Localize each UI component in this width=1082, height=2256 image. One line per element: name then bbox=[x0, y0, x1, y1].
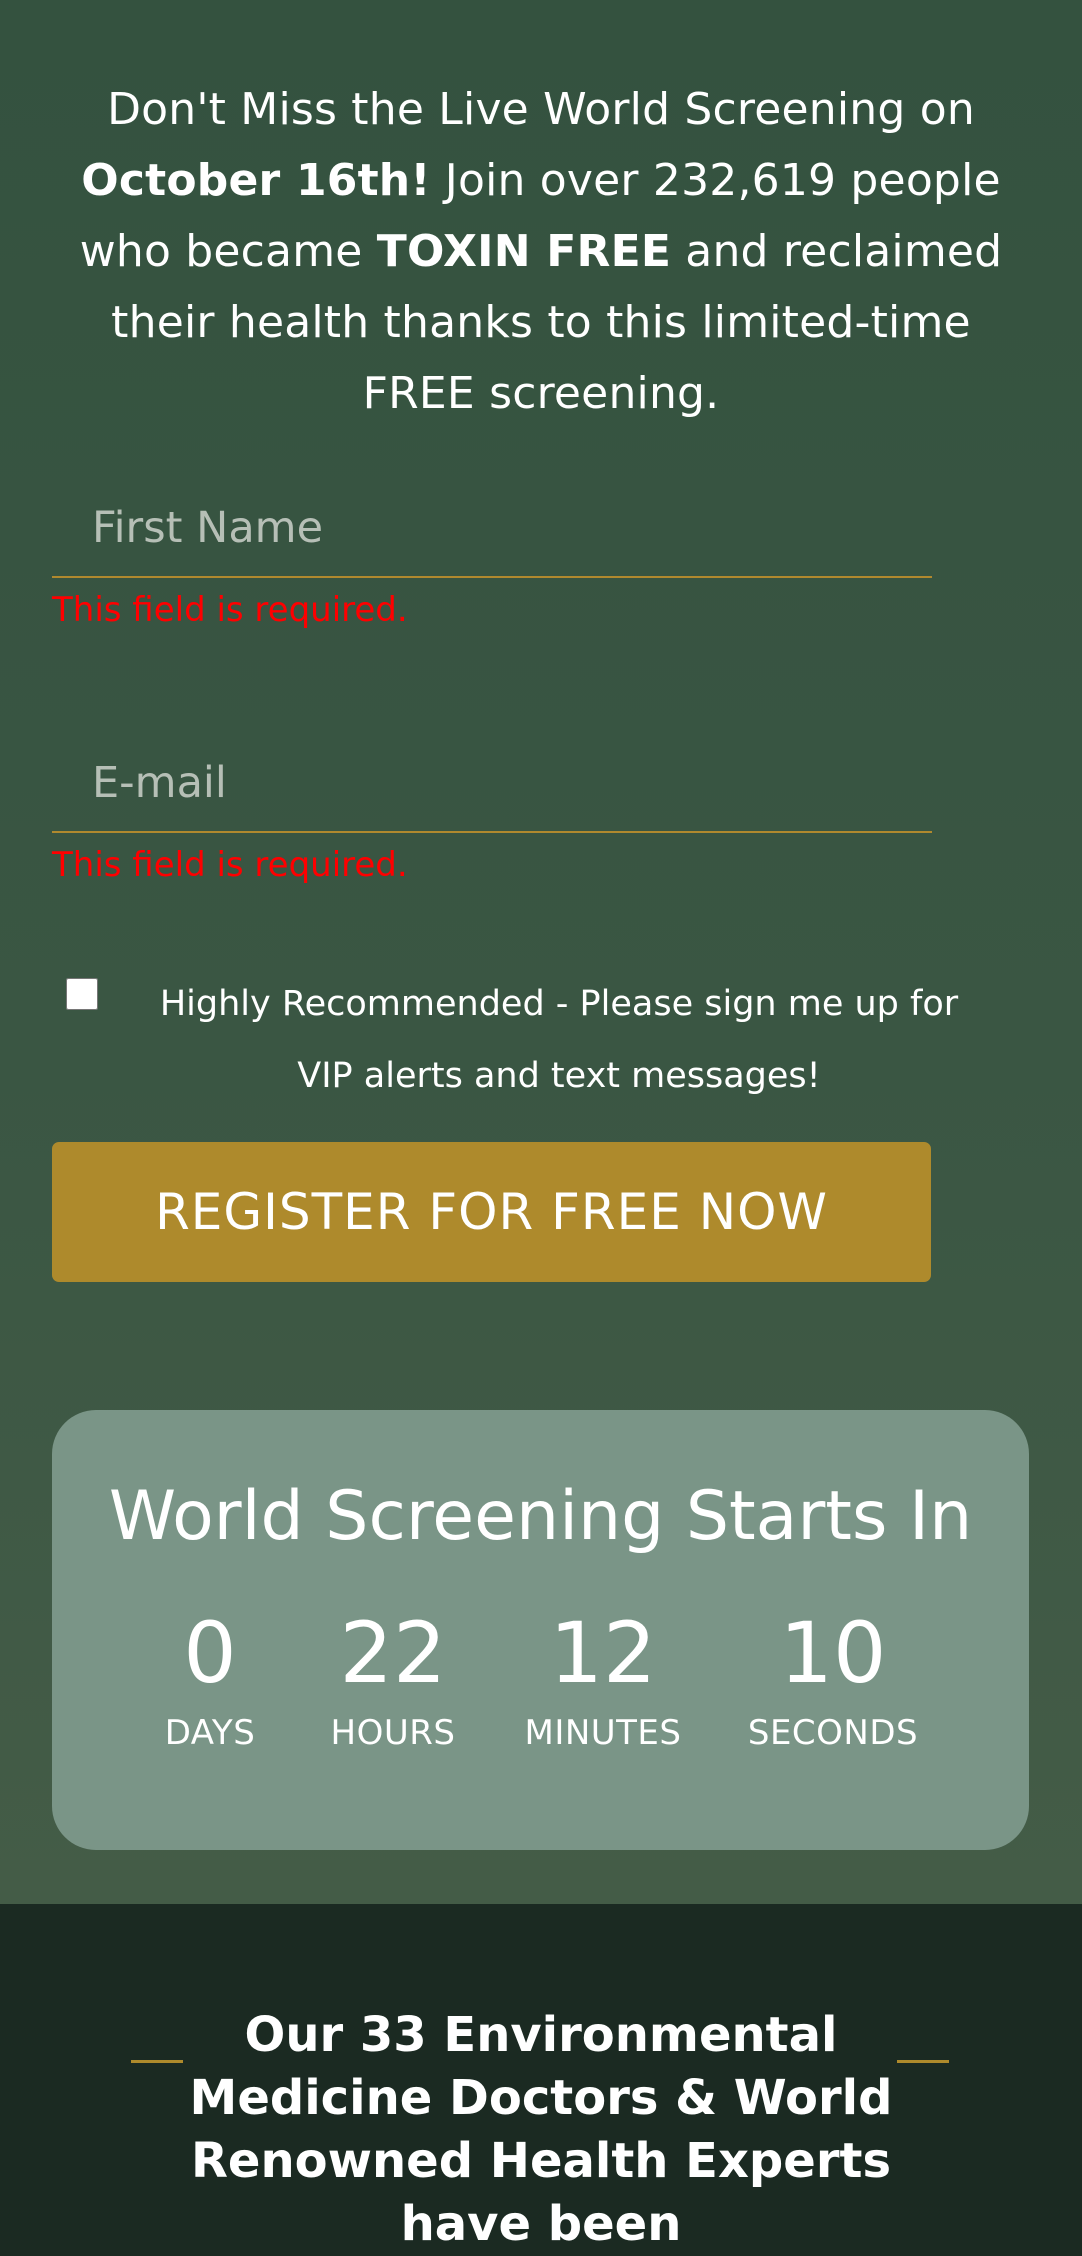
hours-label: HOURS bbox=[330, 1713, 456, 1753]
experts-section: Our 33 Environmental Medicine Doctors & … bbox=[0, 1904, 1082, 2252]
vip-checkbox[interactable] bbox=[66, 978, 98, 1010]
hours-value: 22 bbox=[339, 1604, 447, 1702]
vip-label[interactable]: Highly Recommended - Please sign me up f… bbox=[134, 968, 984, 1112]
intro-part-1: Don't Miss the Live World Screening on bbox=[107, 84, 975, 135]
heading-accent-right bbox=[897, 2060, 949, 2063]
email-field-wrapper bbox=[52, 735, 932, 833]
seconds-label: SECONDS bbox=[747, 1713, 919, 1753]
screening-date: October 16th! bbox=[81, 155, 431, 206]
experts-heading: Our 33 Environmental Medicine Doctors & … bbox=[189, 2007, 893, 2252]
first-name-error: This field is required. bbox=[52, 590, 408, 630]
days-label: DAYS bbox=[164, 1713, 256, 1753]
countdown-days: 0 DAYS bbox=[110, 1605, 310, 1753]
minutes-value: 12 bbox=[549, 1604, 657, 1702]
days-value: 0 bbox=[183, 1604, 237, 1702]
countdown-seconds: 10 SECONDS bbox=[733, 1605, 933, 1753]
email-error: This field is required. bbox=[52, 845, 408, 885]
minutes-label: MINUTES bbox=[524, 1713, 682, 1753]
countdown-title: World Screening Starts In bbox=[108, 1477, 973, 1556]
register-button[interactable]: REGISTER FOR FREE NOW bbox=[52, 1142, 931, 1282]
toxin-free-highlight: TOXIN FREE bbox=[376, 226, 672, 277]
countdown-minutes: 12 MINUTES bbox=[503, 1605, 703, 1753]
hero-section: Don't Miss the Live World Screening on O… bbox=[0, 0, 1082, 1904]
first-name-field-wrapper bbox=[52, 480, 932, 578]
seconds-value: 10 bbox=[779, 1604, 887, 1702]
intro-text: Don't Miss the Live World Screening on O… bbox=[55, 74, 1027, 429]
email-input[interactable] bbox=[52, 735, 932, 831]
countdown-hours: 22 HOURS bbox=[293, 1605, 493, 1753]
first-name-input[interactable] bbox=[52, 480, 932, 576]
countdown-timer: World Screening Starts In 0 DAYS 22 HOUR… bbox=[52, 1410, 1029, 1850]
